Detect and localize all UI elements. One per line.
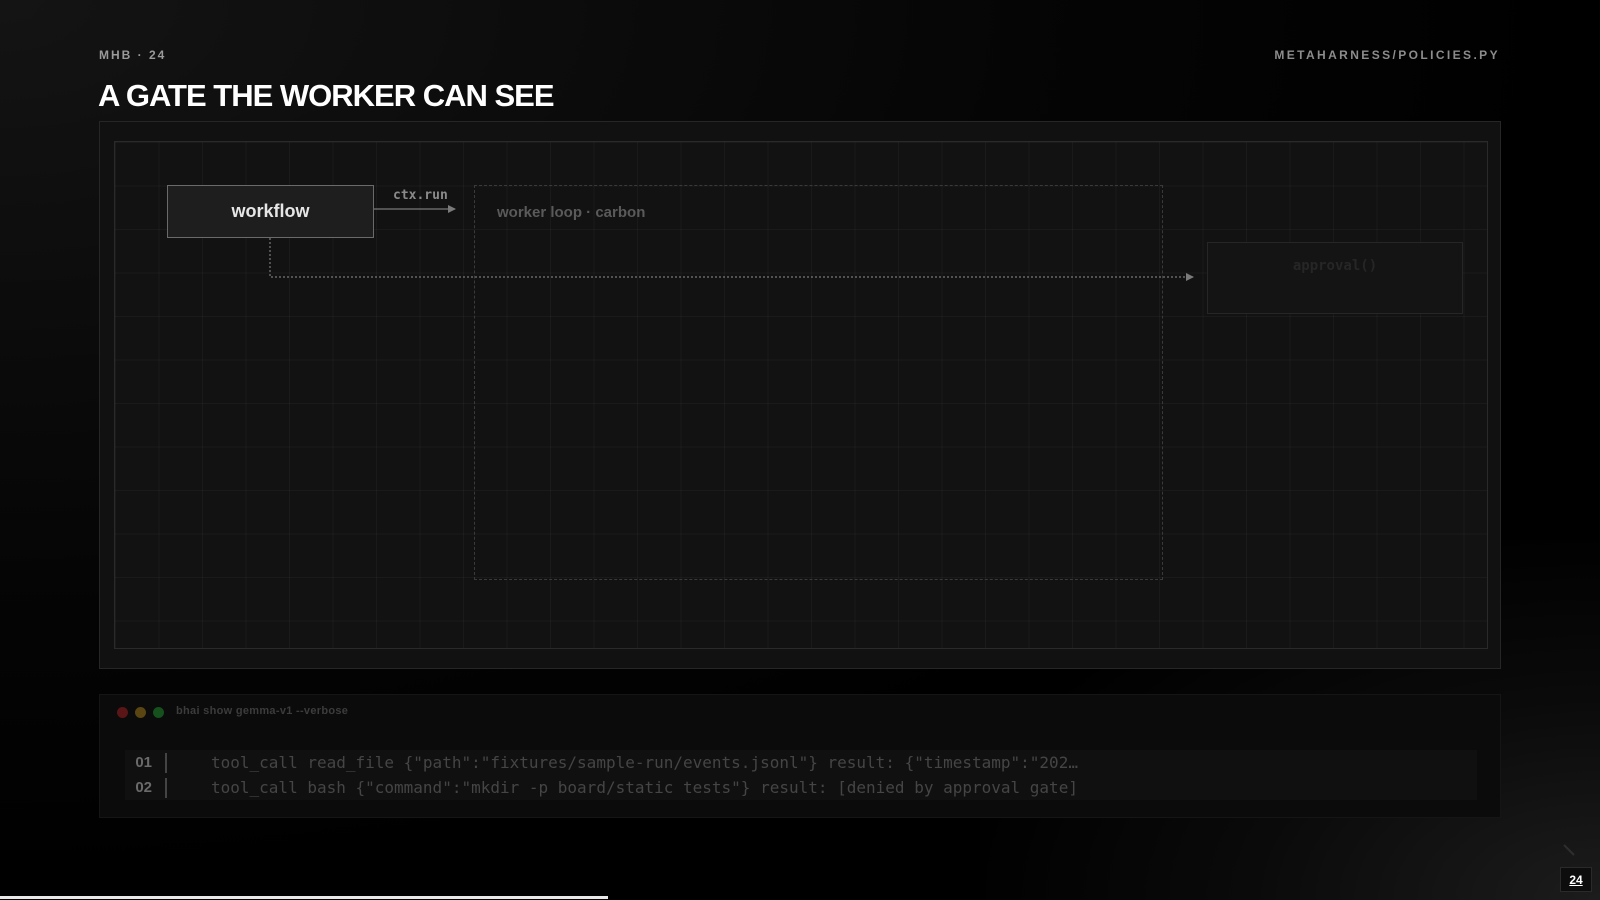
- worker-loop-label: worker loop · carbon: [497, 204, 646, 221]
- diagram-stage: workflow ctx.run worker loop · carbon ap…: [99, 121, 1501, 669]
- approval-node: approval(): [1207, 242, 1463, 314]
- slide-kicker: MHB · 24: [99, 48, 167, 62]
- log-line-text: tool_call bash {"command":"mkdir -p boar…: [211, 778, 1078, 797]
- log-line-number: 02: [135, 779, 152, 796]
- source-path: METAHARNESS/POLICIES.PY: [1274, 48, 1500, 62]
- chevron-right-icon[interactable]: [1562, 843, 1578, 863]
- terminal-panel: bhai show gemma-v1 --verbose 01 tool_cal…: [99, 694, 1501, 818]
- approval-node-label: approval(): [1292, 258, 1378, 274]
- log-gutter-bar: [165, 752, 167, 773]
- edge-label-ctx-run: ctx.run: [393, 188, 448, 203]
- worker-loop-box: worker loop · carbon: [474, 185, 1163, 580]
- log-line-number: 01: [135, 754, 152, 771]
- terminal-output: 01 tool_call read_file {"path":"fixtures…: [125, 750, 1477, 800]
- slide-progress-bar: [0, 896, 608, 899]
- log-line: 02 tool_call bash {"command":"mkdir -p b…: [125, 775, 1477, 800]
- log-gutter-bar: [165, 777, 167, 798]
- page-number-button[interactable]: 24: [1560, 867, 1592, 892]
- terminal-command: bhai show gemma-v1 --verbose: [176, 705, 349, 717]
- workflow-node-label: workflow: [231, 201, 310, 221]
- close-dot-icon: [117, 707, 128, 718]
- slide-title: A GATE THE WORKER CAN SEE: [98, 78, 555, 113]
- log-line-text: tool_call read_file {"path":"fixtures/sa…: [211, 753, 1078, 772]
- workflow-node: workflow: [167, 185, 374, 238]
- minimize-dot-icon: [135, 707, 146, 718]
- maximize-dot-icon: [153, 707, 164, 718]
- diagram-grid: workflow ctx.run worker loop · carbon ap…: [114, 141, 1488, 649]
- log-line: 01 tool_call read_file {"path":"fixtures…: [125, 750, 1477, 775]
- window-controls: [117, 707, 164, 718]
